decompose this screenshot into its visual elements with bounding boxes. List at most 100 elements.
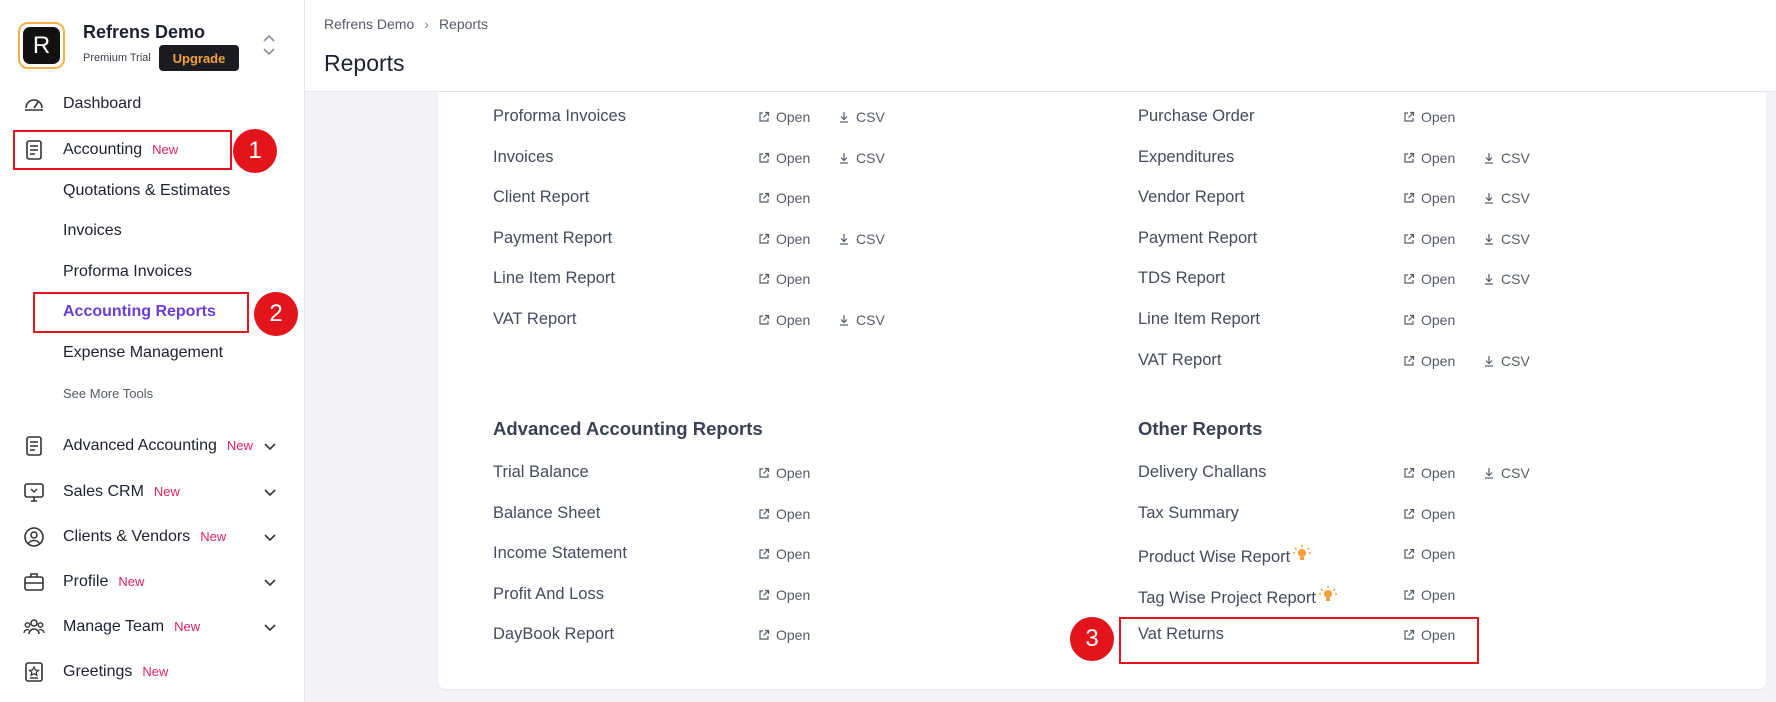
nav-advanced-accounting[interactable]: Advanced Accounting New bbox=[0, 426, 305, 466]
chevron-down-icon[interactable] bbox=[262, 438, 278, 454]
see-more-tools-link[interactable]: See More Tools bbox=[63, 386, 153, 401]
external-link-icon bbox=[1404, 233, 1415, 244]
open-report-link[interactable]: Open bbox=[1403, 353, 1455, 369]
open-report-link[interactable]: Open bbox=[1403, 312, 1455, 328]
org-switcher[interactable]: R Refrens Demo Premium Trial Upgrade bbox=[18, 22, 288, 71]
report-name-text: Product Wise Report bbox=[1138, 548, 1291, 566]
download-csv-link[interactable]: CSV bbox=[838, 150, 885, 166]
dashboard-icon bbox=[25, 99, 43, 111]
report-name-text: VAT Report bbox=[1138, 351, 1222, 369]
open-label: Open bbox=[776, 465, 811, 481]
new-badge: New bbox=[118, 574, 145, 589]
chevron-down-icon[interactable] bbox=[262, 574, 278, 590]
upgrade-button[interactable]: Upgrade bbox=[159, 45, 239, 71]
open-report-link[interactable]: Open bbox=[1403, 150, 1455, 166]
chevron-down-icon[interactable] bbox=[262, 529, 278, 545]
document-icon bbox=[26, 436, 42, 456]
open-report-link[interactable]: Open bbox=[758, 546, 810, 562]
nav-proforma-invoices[interactable]: Proforma Invoices bbox=[63, 263, 192, 281]
open-report-link[interactable]: Open bbox=[758, 190, 810, 206]
download-csv-link[interactable]: CSV bbox=[1483, 150, 1530, 166]
nav-quotations-estimates[interactable]: Quotations & Estimates bbox=[63, 182, 230, 200]
external-link-icon bbox=[759, 111, 770, 122]
open-report-link[interactable]: Open bbox=[758, 312, 810, 328]
new-badge: New bbox=[200, 529, 227, 544]
breadcrumb: Refrens Demo › Reports bbox=[324, 16, 488, 32]
page-title: Reports bbox=[324, 50, 405, 76]
breadcrumb-org-link[interactable]: Refrens Demo bbox=[324, 16, 414, 32]
report-name: TDS Report bbox=[1138, 269, 1225, 288]
new-badge: New bbox=[153, 484, 180, 499]
open-report-link[interactable]: Open bbox=[1403, 587, 1455, 603]
report-name: Line Item Report bbox=[1138, 310, 1260, 329]
report-name: Line Item Report bbox=[493, 269, 615, 288]
external-link-icon bbox=[759, 589, 770, 600]
external-link-icon bbox=[759, 152, 770, 163]
nav-clients-vendors[interactable]: Clients & Vendors New bbox=[0, 517, 305, 557]
open-report-link[interactable]: Open bbox=[758, 465, 810, 481]
nav-profile-text: Profile bbox=[63, 573, 109, 590]
download-icon bbox=[840, 153, 848, 164]
open-report-link[interactable]: Open bbox=[1403, 231, 1455, 247]
external-link-icon bbox=[1404, 589, 1415, 600]
open-report-link[interactable]: Open bbox=[758, 231, 810, 247]
annotation-badge-2: 2 bbox=[254, 292, 298, 336]
open-report-link[interactable]: Open bbox=[758, 109, 810, 125]
nav-advanced-accounting-text: Advanced Accounting bbox=[63, 437, 217, 454]
open-label: Open bbox=[1421, 231, 1456, 247]
chevron-right-icon: › bbox=[424, 16, 429, 32]
nav-invoices[interactable]: Invoices bbox=[63, 222, 122, 240]
open-report-link[interactable]: Open bbox=[758, 587, 810, 603]
external-link-icon bbox=[1404, 314, 1415, 325]
nav-dashboard-label: Dashboard bbox=[63, 95, 142, 112]
csv-label: CSV bbox=[856, 109, 885, 125]
download-icon bbox=[1485, 356, 1493, 367]
open-report-link[interactable]: Open bbox=[758, 506, 810, 522]
nav-sales-crm[interactable]: Sales CRM New bbox=[0, 472, 305, 512]
open-report-link[interactable]: Open bbox=[1403, 546, 1455, 562]
download-csv-link[interactable]: CSV bbox=[838, 109, 885, 125]
open-report-link[interactable]: Open bbox=[1403, 271, 1455, 287]
nav-greetings[interactable]: Greetings New bbox=[0, 652, 305, 692]
advanced-accounting-reports-title: Advanced Accounting Reports bbox=[493, 418, 763, 439]
open-label: Open bbox=[776, 506, 811, 522]
download-csv-link[interactable]: CSV bbox=[838, 312, 885, 328]
chevron-down-icon[interactable] bbox=[262, 619, 278, 635]
external-link-icon bbox=[759, 508, 770, 519]
download-csv-link[interactable]: CSV bbox=[838, 231, 885, 247]
nav-expense-management[interactable]: Expense Management bbox=[63, 344, 223, 362]
other-reports-title: Other Reports bbox=[1138, 418, 1263, 439]
nav-dashboard[interactable]: Dashboard bbox=[0, 84, 305, 124]
download-icon bbox=[1485, 468, 1493, 479]
open-report-link[interactable]: Open bbox=[758, 271, 810, 287]
nav-sales-crm-label: Sales CRM New bbox=[63, 483, 180, 501]
download-csv-link[interactable]: CSV bbox=[1483, 271, 1530, 287]
annotation-badge-3: 3 bbox=[1070, 617, 1114, 661]
download-csv-link[interactable]: CSV bbox=[1483, 190, 1530, 206]
open-label: Open bbox=[1421, 271, 1456, 287]
download-icon bbox=[1485, 274, 1493, 285]
open-report-link[interactable]: Open bbox=[1403, 109, 1455, 125]
open-report-link[interactable]: Open bbox=[1403, 465, 1455, 481]
report-name: Client Report bbox=[493, 188, 589, 207]
report-name: Payment Report bbox=[1138, 229, 1257, 248]
download-csv-link[interactable]: CSV bbox=[1483, 353, 1530, 369]
report-name: DayBook Report bbox=[493, 625, 614, 644]
open-report-link[interactable]: Open bbox=[1403, 506, 1455, 522]
open-report-link[interactable]: Open bbox=[1403, 190, 1455, 206]
chevron-up-down-icon[interactable] bbox=[260, 32, 278, 58]
open-label: Open bbox=[1421, 506, 1456, 522]
nav-sales-crm-text: Sales CRM bbox=[63, 483, 144, 500]
download-csv-link[interactable]: CSV bbox=[1483, 465, 1530, 481]
nav-profile[interactable]: Profile New bbox=[0, 562, 305, 602]
download-csv-link[interactable]: CSV bbox=[1483, 231, 1530, 247]
report-name-text: TDS Report bbox=[1138, 269, 1226, 287]
open-report-link[interactable]: Open bbox=[758, 627, 810, 643]
nav-manage-team[interactable]: Manage Team New bbox=[0, 607, 305, 647]
csv-label: CSV bbox=[1501, 465, 1530, 481]
breadcrumb-reports: Reports bbox=[438, 16, 488, 32]
chevron-down-icon[interactable] bbox=[262, 484, 278, 500]
external-link-icon bbox=[1404, 355, 1415, 366]
report-name-text: Vendor Report bbox=[1138, 188, 1245, 206]
open-report-link[interactable]: Open bbox=[758, 150, 810, 166]
